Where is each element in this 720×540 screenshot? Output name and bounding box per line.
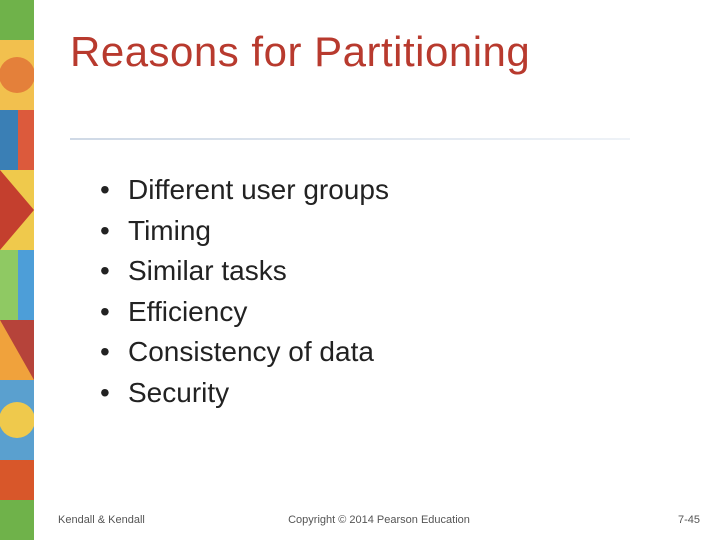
list-item: • Similar tasks — [100, 251, 389, 292]
slide-title: Reasons for Partitioning — [70, 28, 530, 76]
footer-author: Kendall & Kendall — [58, 514, 145, 526]
list-item-label: Efficiency — [128, 292, 247, 333]
list-item: • Consistency of data — [100, 332, 389, 373]
list-item: • Security — [100, 373, 389, 414]
bullet-icon: • — [100, 211, 128, 252]
bullet-icon: • — [100, 332, 128, 373]
footer-page-number: 7-45 — [678, 514, 700, 526]
footer: Kendall & Kendall Copyright © 2014 Pears… — [58, 514, 700, 526]
list-item-label: Similar tasks — [128, 251, 287, 292]
title-rule — [70, 138, 630, 140]
list-item-label: Consistency of data — [128, 332, 374, 373]
bullet-icon: • — [100, 373, 128, 414]
bullet-icon: • — [100, 170, 128, 211]
list-item: • Efficiency — [100, 292, 389, 333]
bullet-icon: • — [100, 292, 128, 333]
bullet-list: • Different user groups • Timing • Simil… — [100, 170, 389, 414]
list-item: • Different user groups — [100, 170, 389, 211]
list-item-label: Security — [128, 373, 229, 414]
list-item-label: Different user groups — [128, 170, 389, 211]
footer-copyright: Copyright © 2014 Pearson Education — [58, 514, 700, 526]
bullet-icon: • — [100, 251, 128, 292]
list-item-label: Timing — [128, 211, 211, 252]
list-item: • Timing — [100, 211, 389, 252]
slide: Reasons for Partitioning • Different use… — [0, 0, 720, 540]
